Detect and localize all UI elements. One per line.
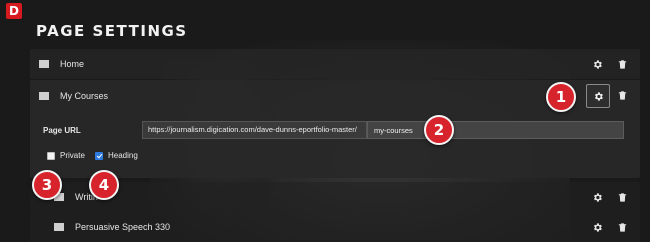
drag-handle-icon[interactable]	[39, 60, 49, 68]
page-row-label: Home	[60, 59, 85, 69]
drag-handle-icon[interactable]	[39, 92, 49, 100]
trash-icon[interactable]	[617, 222, 628, 233]
annotation-badge-2: 2	[424, 115, 454, 145]
heading-label: Heading	[108, 151, 138, 160]
page-row-label: Persuasive Speech 330	[75, 222, 171, 232]
trash-icon[interactable]	[617, 90, 628, 101]
heading-checkbox[interactable]	[95, 151, 103, 160]
app-logo[interactable]: D	[6, 3, 22, 19]
annotation-badge-1: 1	[546, 82, 576, 112]
gear-icon[interactable]	[592, 192, 603, 203]
trash-icon[interactable]	[617, 192, 628, 203]
page-title: PAGE SETTINGS	[36, 22, 188, 40]
page-url-slug-input[interactable]	[367, 121, 624, 139]
page-row-home[interactable]: Home	[30, 49, 640, 79]
private-checkbox[interactable]	[47, 151, 55, 160]
gear-icon[interactable]	[592, 222, 603, 233]
page-row-writing[interactable]: Writin	[30, 182, 640, 212]
gear-icon	[594, 91, 603, 101]
private-checkbox-row[interactable]: Private	[47, 151, 85, 160]
annotation-badge-4: 4	[89, 170, 119, 200]
page-url-base: https://journalism.digication.com/dave-d…	[142, 121, 367, 139]
gear-icon[interactable]	[592, 59, 603, 70]
annotation-badge-3: 3	[32, 170, 62, 200]
drag-handle-icon[interactable]	[54, 223, 64, 231]
page-url-label: Page URL	[43, 126, 81, 135]
settings-button[interactable]	[586, 84, 610, 108]
private-label: Private	[60, 151, 85, 160]
heading-checkbox-row[interactable]: Heading	[95, 151, 138, 160]
page-row-persuasive-speech[interactable]: Persuasive Speech 330	[30, 212, 640, 242]
trash-icon[interactable]	[617, 59, 628, 70]
page-row-label: My Courses	[60, 91, 109, 101]
